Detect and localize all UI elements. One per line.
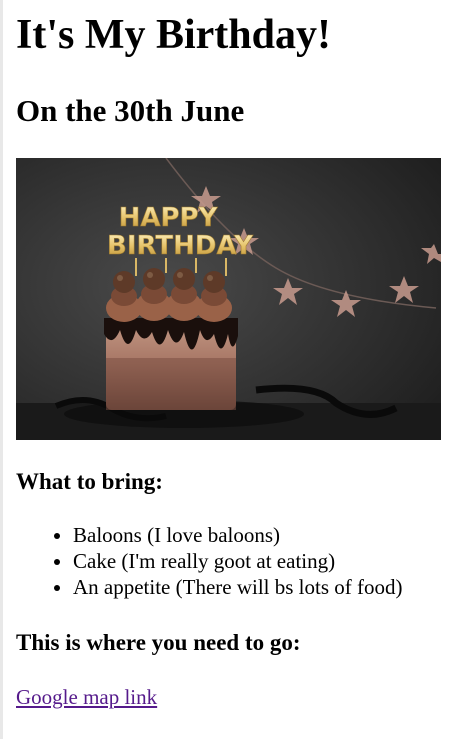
topper-text-birthday: BIRTHDAY (107, 231, 254, 261)
event-date-heading: On the 30th June (16, 93, 245, 128)
page-title: It's My Birthday! (16, 12, 331, 58)
topper-text-happy: HAPPY (119, 203, 219, 233)
list-item: Cake (I'm really goot at eating) (73, 548, 403, 574)
what-to-bring-heading: What to bring: (16, 469, 163, 494)
directions-heading: This is where you need to go: (16, 630, 301, 655)
list-item: Baloons (I love baloons) (73, 522, 403, 548)
list-item: An appetite (There will bs lots of food) (73, 574, 403, 600)
google-map-link[interactable]: Google map link (16, 684, 157, 710)
birthday-cake-image: HAPPY BIRTHDAY (16, 158, 441, 440)
page-left-edge (0, 0, 3, 739)
bring-list: Baloons (I love baloons) Cake (I'm reall… (16, 522, 403, 600)
